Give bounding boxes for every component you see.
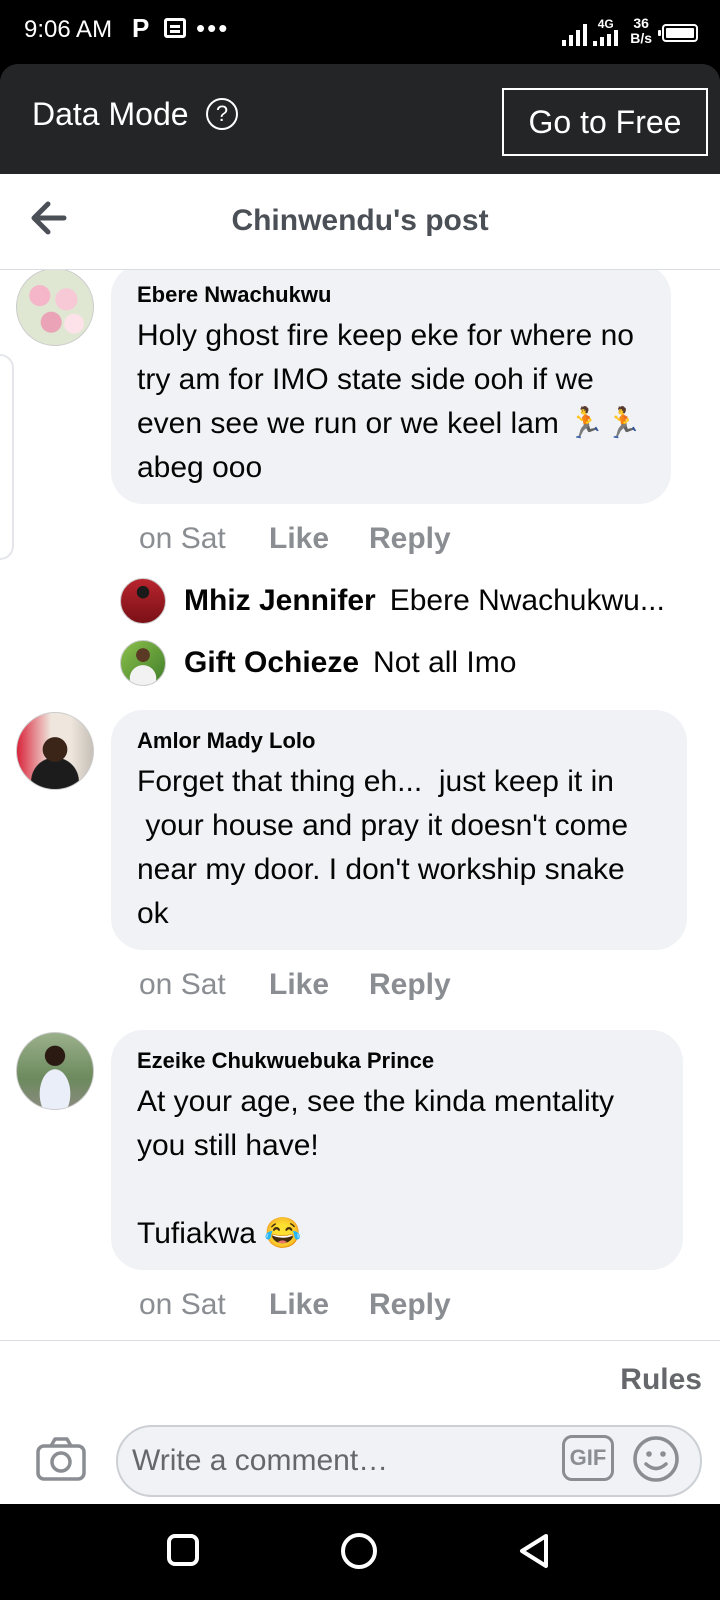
reply-text: Not all Imo bbox=[373, 646, 517, 679]
comment-bubble[interactable]: Amlor Mady Lolo Forget that thing eh... … bbox=[111, 710, 687, 950]
emoji-icon[interactable] bbox=[632, 1435, 680, 1483]
comment-input[interactable] bbox=[116, 1425, 702, 1497]
camera-icon[interactable] bbox=[36, 1437, 86, 1481]
avatar bbox=[120, 578, 166, 624]
side-panel-edge bbox=[0, 354, 14, 560]
comment-text: Forget that thing eh... just keep it in … bbox=[137, 765, 629, 930]
avatar[interactable] bbox=[16, 712, 94, 790]
reply-button[interactable]: Reply bbox=[369, 522, 451, 556]
comment-time: on Sat bbox=[139, 522, 226, 555]
comment-composer: Rules GIF bbox=[0, 1340, 720, 1504]
signal-icon bbox=[562, 20, 588, 46]
rules-link[interactable]: Rules bbox=[620, 1363, 702, 1397]
comment-actions: on Sat Like Reply bbox=[139, 1288, 451, 1322]
network-type: 4G bbox=[597, 17, 614, 31]
comment-bubble[interactable]: Ebere Nwachukwu Holy ghost fire keep eke… bbox=[111, 270, 671, 504]
gif-icon[interactable]: GIF bbox=[562, 1435, 614, 1481]
data-mode-label: Data Mode bbox=[32, 96, 189, 132]
comment-actions: on Sat Like Reply bbox=[139, 522, 451, 556]
reply-text: Ebere Nwachukwu bbox=[389, 584, 640, 617]
message-icon bbox=[164, 18, 186, 38]
go-to-free-button[interactable]: Go to Free bbox=[502, 88, 708, 156]
more-notifications-icon: ••• bbox=[196, 13, 230, 43]
comment-time: on Sat bbox=[139, 1288, 226, 1321]
comments-list[interactable]: Ebere Nwachukwu Holy ghost fire keep eke… bbox=[0, 270, 720, 1340]
speed-value: 36 bbox=[633, 15, 649, 31]
like-button[interactable]: Like bbox=[269, 968, 369, 1002]
comment-actions: on Sat Like Reply bbox=[139, 968, 451, 1002]
battery-icon bbox=[658, 24, 698, 42]
speed-unit: B/s bbox=[630, 30, 652, 46]
post-header: Chinwendu's post bbox=[0, 174, 720, 270]
like-button[interactable]: Like bbox=[269, 1288, 369, 1322]
avatar bbox=[120, 640, 166, 686]
notification-icons: P ••• bbox=[132, 14, 229, 42]
back-icon[interactable] bbox=[516, 1532, 552, 1570]
reply-button[interactable]: Reply bbox=[369, 968, 451, 1002]
comment-bubble[interactable]: Ezeike Chukwuebuka Prince At your age, s… bbox=[111, 1030, 683, 1270]
comment-text: At your age, see the kinda mentality you… bbox=[137, 1085, 614, 1250]
data-mode-bar: Data Mode ? Go to Free bbox=[0, 64, 720, 174]
comment-author[interactable]: Ezeike Chukwuebuka Prince bbox=[137, 1048, 657, 1074]
reply-author: Mhiz Jennifer bbox=[184, 584, 376, 617]
system-nav-bar bbox=[0, 1504, 720, 1600]
avatar[interactable] bbox=[16, 1032, 94, 1110]
comment-time: on Sat bbox=[139, 968, 226, 1001]
reply-preview[interactable]: Gift Ochieze Not all Imo bbox=[120, 640, 680, 686]
system-icons: 4G 36 B/s bbox=[562, 16, 698, 46]
page-title: Chinwendu's post bbox=[231, 204, 489, 237]
comment-author[interactable]: Ebere Nwachukwu bbox=[137, 282, 645, 308]
help-icon[interactable]: ? bbox=[206, 98, 238, 130]
like-button[interactable]: Like bbox=[269, 522, 369, 556]
reply-author: Gift Ochieze bbox=[184, 646, 360, 679]
home-icon[interactable] bbox=[340, 1532, 378, 1570]
comment-author[interactable]: Amlor Mady Lolo bbox=[137, 728, 661, 754]
recents-icon[interactable] bbox=[166, 1532, 200, 1568]
status-time: 9:06 AM bbox=[24, 16, 113, 43]
comment-text: Holy ghost fire keep eke for where no tr… bbox=[137, 319, 643, 484]
signal-icon-2 bbox=[593, 30, 619, 46]
reply-preview[interactable]: Mhiz Jennifer Ebere Nwachukwu... bbox=[120, 578, 680, 624]
parking-app-icon: P bbox=[132, 13, 150, 43]
avatar[interactable] bbox=[16, 270, 94, 346]
reply-button[interactable]: Reply bbox=[369, 1288, 451, 1322]
status-bar: 9:06 AM P ••• 4G 36 B/s bbox=[0, 0, 720, 64]
